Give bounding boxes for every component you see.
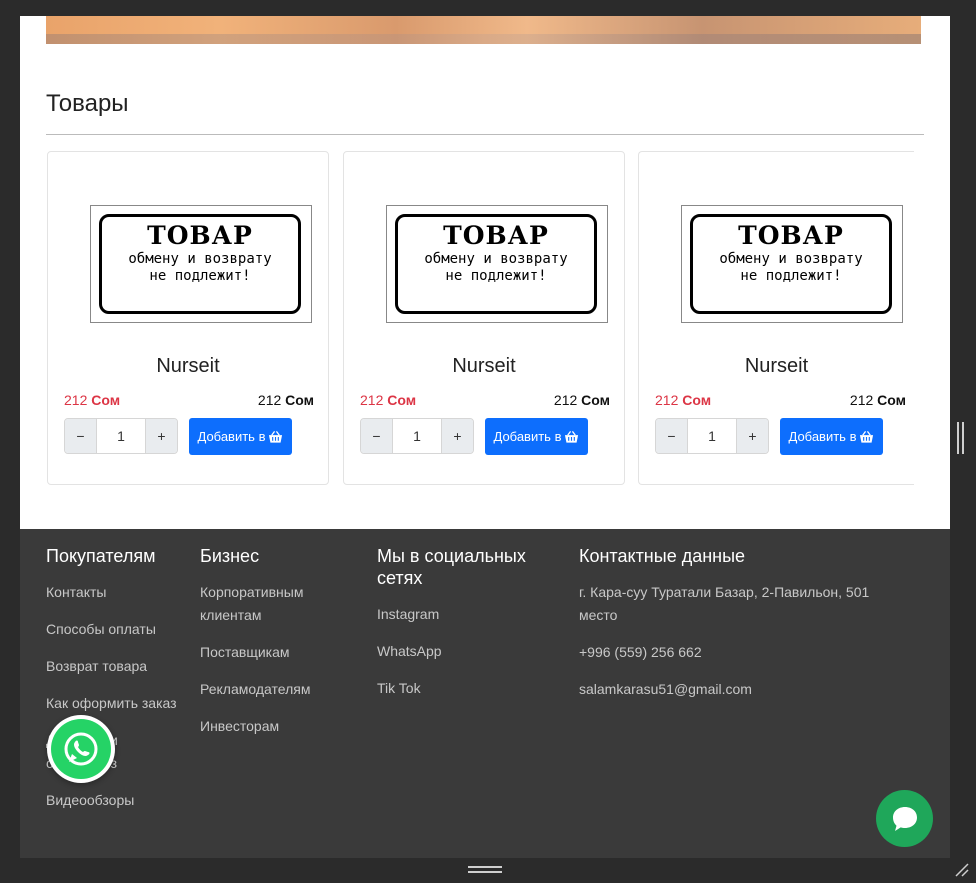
quantity-input[interactable]: 1 [687, 419, 737, 453]
product-name[interactable]: Nurseit [344, 355, 624, 378]
old-price-value: 212 [360, 392, 384, 408]
contact-email[interactable]: salamkarasu51@gmail.com [579, 678, 899, 701]
decrement-button[interactable]: − [656, 419, 687, 453]
current-price-value: 212 [849, 392, 874, 408]
add-to-cart-label: Добавить в [788, 429, 857, 444]
current-price-value: 212 [553, 392, 578, 408]
product-image-line: не подлежит! [149, 268, 251, 284]
current-price: 212 Сом [850, 392, 906, 408]
product-image-line: обмену и возврату [128, 251, 272, 267]
corner-resize-icon[interactable] [952, 860, 970, 878]
product-card[interactable]: ТОВАР обмену и возврату не подлежит! Nur… [47, 151, 329, 485]
increment-button[interactable]: + [146, 419, 177, 453]
old-price: 212 Сом [64, 392, 120, 408]
current-price: 212 Сом [258, 392, 314, 408]
footer-link-investors[interactable]: Инвесторам [200, 715, 350, 738]
current-price-value: 212 [257, 392, 282, 408]
footer-heading: Контактные данные [579, 546, 746, 566]
chat-icon[interactable] [876, 790, 933, 847]
scrollbar-handle[interactable] [957, 422, 965, 454]
product-image[interactable]: ТОВАР обмену и возврату не подлежит! [90, 205, 312, 323]
product-image-title: ТОВАР [443, 221, 549, 250]
footer-column-social: Мы в социальных сетях Instagram WhatsApp… [377, 545, 552, 714]
basket-icon [860, 430, 874, 443]
decrement-button[interactable]: − [361, 419, 392, 453]
section-title: Товары [46, 90, 129, 117]
phone-icon [64, 732, 98, 766]
footer-column-buyers: Покупателям Контакты Способы оплаты Возв… [46, 545, 191, 826]
product-card[interactable]: ТОВАР обмену и возврату не подлежит! Nur… [638, 151, 914, 485]
old-price-currency: Сом [91, 392, 121, 408]
footer-link-video-reviews[interactable]: Видеообзоры [46, 789, 191, 812]
footer-heading: Покупателям [46, 546, 156, 566]
footer-link-returns[interactable]: Возврат товара [46, 655, 191, 678]
increment-button[interactable]: + [737, 419, 768, 453]
old-price: 212 Сом [360, 392, 416, 408]
basket-icon [269, 430, 283, 443]
page-frame: Товары ТОВАР обмену и возврату не подлеж… [20, 16, 950, 858]
add-to-cart-label: Добавить в [493, 429, 562, 444]
speech-bubble-icon [892, 806, 917, 831]
product-card[interactable]: ТОВАР обмену и возврату не подлежит! Nur… [343, 151, 625, 485]
product-image-title: ТОВАР [147, 221, 253, 250]
footer-link-advertisers[interactable]: Рекламодателям [200, 678, 350, 701]
product-image-title: ТОВАР [738, 221, 844, 250]
footer-link-instagram[interactable]: Instagram [377, 603, 552, 626]
footer-link-tiktok[interactable]: Tik Tok [377, 677, 552, 700]
hero-banner-image [46, 16, 921, 44]
quantity-stepper: − 1 + [655, 418, 769, 454]
product-image-line: обмену и возврату [719, 251, 863, 267]
product-image-line: не подлежит! [740, 268, 842, 284]
quantity-input[interactable]: 1 [392, 419, 442, 453]
add-to-cart-button[interactable]: Добавить в [780, 418, 883, 455]
footer-link-suppliers[interactable]: Поставщикам [200, 641, 350, 664]
add-to-cart-button[interactable]: Добавить в [485, 418, 588, 455]
site-footer: Покупателям Контакты Способы оплаты Возв… [20, 529, 950, 858]
quantity-input[interactable]: 1 [96, 419, 146, 453]
footer-column-contacts: Контактные данные г. Кара-суу Туратали Б… [579, 545, 899, 715]
footer-link-how-to-order[interactable]: Как оформить заказ [46, 692, 191, 715]
basket-icon [565, 430, 579, 443]
whatsapp-icon[interactable] [47, 715, 115, 783]
old-price-currency: Сом [387, 392, 417, 408]
footer-link-contacts[interactable]: Контакты [46, 581, 191, 604]
increment-button[interactable]: + [442, 419, 473, 453]
resize-grip-icon[interactable] [468, 866, 502, 874]
product-image[interactable]: ТОВАР обмену и возврату не подлежит! [386, 205, 608, 323]
old-price: 212 Сом [655, 392, 711, 408]
current-price-currency: Сом [285, 392, 314, 408]
current-price-currency: Сом [581, 392, 610, 408]
footer-link-payment[interactable]: Способы оплаты [46, 618, 191, 641]
old-price-currency: Сом [682, 392, 712, 408]
product-image[interactable]: ТОВАР обмену и возврату не подлежит! [681, 205, 903, 323]
product-image-line: не подлежит! [445, 268, 547, 284]
old-price-value: 212 [655, 392, 679, 408]
quantity-stepper: − 1 + [64, 418, 178, 454]
current-price-currency: Сом [877, 392, 906, 408]
product-name[interactable]: Nurseit [639, 355, 914, 378]
current-price: 212 Сом [554, 392, 610, 408]
add-to-cart-button[interactable]: Добавить в [189, 418, 292, 455]
contact-phone[interactable]: +996 (559) 256 662 [579, 641, 899, 664]
footer-link-whatsapp[interactable]: WhatsApp [377, 640, 552, 663]
add-to-cart-label: Добавить в [197, 429, 266, 444]
footer-heading: Мы в социальных сетях [377, 546, 526, 588]
footer-column-business: Бизнес Корпоративным клиентам Поставщика… [200, 545, 350, 752]
contact-address: г. Кара-суу Туратали Базар, 2-Павильон, … [579, 584, 870, 623]
footer-link-corporate[interactable]: Корпоративным клиентам [200, 581, 350, 627]
section-divider [46, 134, 924, 135]
decrement-button[interactable]: − [65, 419, 96, 453]
old-price-value: 212 [64, 392, 88, 408]
quantity-stepper: − 1 + [360, 418, 474, 454]
product-image-line: обмену и возврату [424, 251, 568, 267]
product-name[interactable]: Nurseit [48, 355, 328, 378]
footer-heading: Бизнес [200, 546, 260, 566]
